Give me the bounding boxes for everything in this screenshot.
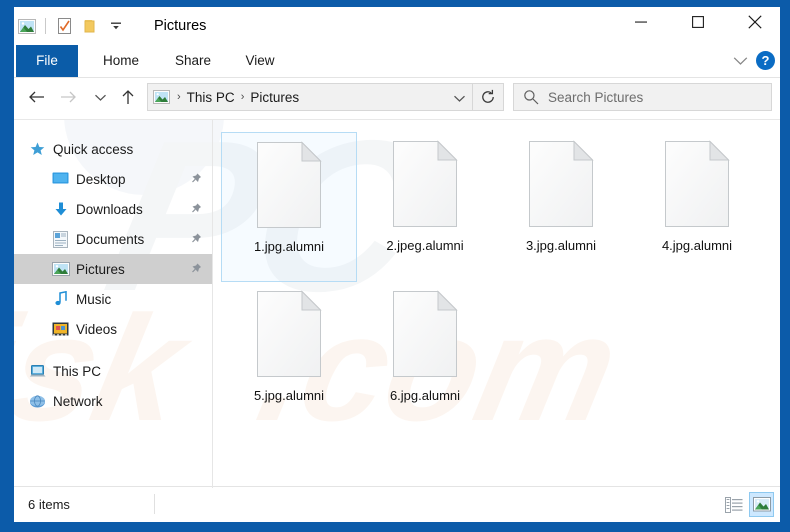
new-folder-icon[interactable]	[80, 16, 100, 36]
properties-icon[interactable]	[54, 16, 74, 36]
sidebar-item-videos[interactable]: Videos	[14, 314, 212, 344]
help-button[interactable]: ?	[756, 51, 775, 70]
sidebar-item-label: Music	[76, 291, 112, 307]
sidebar-item-documents[interactable]: Documents	[14, 224, 212, 254]
sidebar-item-label: Videos	[76, 321, 118, 337]
pictures-folder-icon	[152, 89, 170, 105]
item-count-label: 6 items	[28, 497, 70, 512]
sidebar-item-label: Desktop	[76, 171, 126, 187]
search-icon	[520, 87, 542, 107]
details-view-icon[interactable]	[721, 492, 746, 517]
file-item[interactable]: 1.jpg.alumni	[221, 132, 357, 282]
generic-file-icon	[255, 141, 323, 229]
pin-icon[interactable]	[189, 173, 202, 186]
file-name-label: 6.jpg.alumni	[389, 388, 461, 403]
this-pc-icon	[28, 362, 47, 381]
star-icon	[28, 140, 47, 159]
pin-icon[interactable]	[189, 233, 202, 246]
file-item[interactable]: 4.jpg.alumni	[629, 132, 765, 282]
refresh-icon[interactable]	[473, 83, 504, 111]
close-button[interactable]	[732, 7, 778, 37]
maximize-button[interactable]	[675, 7, 721, 37]
pin-icon[interactable]	[189, 263, 202, 276]
search-placeholder: Search Pictures	[548, 89, 644, 105]
pictures-folder-icon[interactable]	[17, 16, 37, 36]
sidebar-item-label: Pictures	[76, 261, 125, 277]
title-bar: Pictures	[14, 7, 780, 45]
desktop-icon	[51, 170, 70, 189]
sidebar-item-label: Network	[53, 393, 103, 409]
breadcrumb-separator: ›	[240, 91, 245, 103]
generic-file-icon	[663, 140, 731, 228]
breadcrumb-this-pc[interactable]: This PC	[184, 90, 238, 105]
pictures-icon	[51, 260, 70, 279]
tab-view[interactable]: View	[232, 45, 288, 77]
sidebar-item-pictures[interactable]: Pictures	[14, 254, 212, 284]
tab-file[interactable]: File	[16, 45, 78, 77]
file-item[interactable]: 5.jpg.alumni	[221, 282, 357, 432]
ribbon-tab-bar: File Home Share View ?	[14, 45, 780, 78]
documents-icon	[51, 230, 70, 249]
back-arrow-icon[interactable]	[22, 83, 50, 111]
tab-home[interactable]: Home	[90, 45, 152, 77]
download-icon	[51, 200, 70, 219]
pin-icon[interactable]	[189, 203, 202, 216]
music-icon	[51, 290, 70, 309]
sidebar-item-quick-access[interactable]: Quick access	[14, 134, 212, 164]
address-breadcrumb-bar[interactable]: › This PC › Pictures	[147, 83, 473, 111]
sidebar-item-label: Documents	[76, 231, 145, 247]
window-client-area: Pictures File Home Share View ? › This P…	[14, 7, 780, 522]
customize-dropdown-icon[interactable]	[106, 16, 126, 36]
file-name-label: 3.jpg.alumni	[525, 238, 597, 253]
breadcrumb-pictures[interactable]: Pictures	[247, 90, 302, 105]
forward-arrow-icon[interactable]	[54, 83, 82, 111]
large-icons-view-icon[interactable]	[749, 492, 774, 517]
sidebar-item-desktop[interactable]: Desktop	[14, 164, 212, 194]
generic-file-icon	[391, 290, 459, 378]
chevron-down-icon[interactable]	[450, 89, 468, 107]
generic-file-icon	[255, 290, 323, 378]
breadcrumb-separator: ›	[177, 91, 181, 103]
file-name-label: 1.jpg.alumni	[253, 239, 325, 254]
sidebar-item-downloads[interactable]: Downloads	[14, 194, 212, 224]
sidebar-item-network[interactable]: Network	[14, 386, 212, 416]
file-item[interactable]: 2.jpeg.alumni	[357, 132, 493, 282]
file-name-label: 4.jpg.alumni	[661, 238, 733, 253]
sidebar-item-music[interactable]: Music	[14, 284, 212, 314]
up-arrow-icon[interactable]	[114, 83, 142, 111]
generic-file-icon	[527, 140, 595, 228]
status-bar: 6 items	[14, 486, 780, 522]
address-bar-row: › This PC › Pictures Search Pictures	[14, 78, 780, 118]
sidebar-item-label: This PC	[53, 363, 102, 379]
minimize-button[interactable]	[618, 7, 664, 37]
file-list-view[interactable]: 1.jpg.alumni 2.jpeg.alumni 3.jpg.alumni …	[213, 120, 780, 488]
tab-share[interactable]: Share	[162, 45, 224, 77]
quick-access-toolbar	[14, 7, 129, 45]
status-divider	[154, 494, 155, 514]
navigation-pane: Quick access Desktop Downloads Documents…	[14, 120, 212, 488]
sidebar-item-label: Quick access	[53, 141, 134, 157]
file-item[interactable]: 6.jpg.alumni	[357, 282, 493, 432]
generic-file-icon	[391, 140, 459, 228]
file-name-label: 2.jpeg.alumni	[386, 238, 464, 253]
search-input[interactable]: Search Pictures	[513, 83, 772, 111]
explorer-window: Pictures File Home Share View ? › This P…	[0, 0, 790, 532]
file-item[interactable]: 3.jpg.alumni	[493, 132, 629, 282]
sidebar-item-this-pc[interactable]: This PC	[14, 356, 212, 386]
videos-icon	[51, 320, 70, 339]
toolbar-divider	[45, 18, 46, 34]
content-area: PC risk .com Quick access	[14, 119, 780, 488]
sidebar-item-label: Downloads	[76, 201, 143, 217]
file-name-label: 5.jpg.alumni	[253, 388, 325, 403]
recent-locations-icon[interactable]	[86, 83, 114, 111]
network-icon	[28, 392, 47, 411]
chevron-down-icon[interactable]	[729, 50, 751, 72]
window-title: Pictures	[154, 18, 207, 34]
